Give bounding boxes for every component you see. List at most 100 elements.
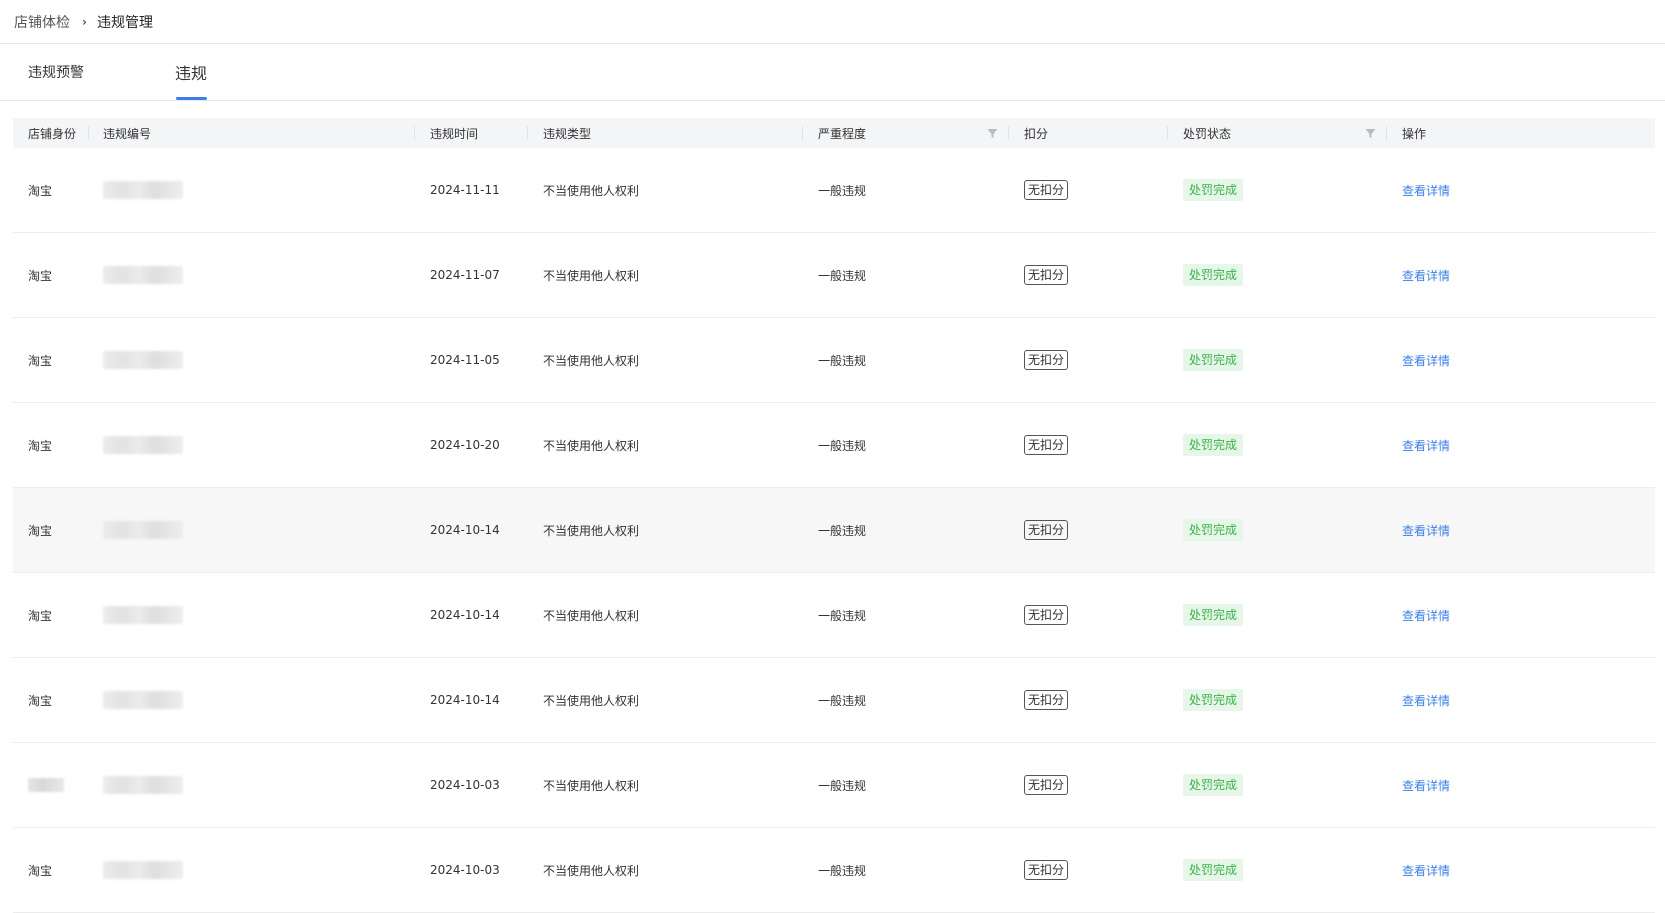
violation-type: 不当使用他人权利: [543, 183, 640, 198]
cell-type: 不当使用他人权利: [543, 658, 639, 742]
cell-violation-id: [103, 743, 183, 827]
view-details-link[interactable]: 查看详情: [1402, 437, 1450, 454]
score-tag: 无扣分: [1024, 520, 1069, 540]
score-tag: 无扣分: [1024, 690, 1069, 710]
cell-identity: 淘宝: [28, 403, 52, 487]
cell-action: 查看详情: [1402, 233, 1450, 317]
violation-type: 不当使用他人权利: [543, 268, 640, 283]
cell-severity: 一般违规: [818, 233, 866, 317]
view-details-link[interactable]: 查看详情: [1402, 182, 1450, 199]
severity-level: 一般违规: [818, 863, 867, 878]
status-filter-icon[interactable]: [1365, 118, 1376, 148]
cell-type: 不当使用他人权利: [543, 828, 639, 912]
cell-time: 2024-10-14: [430, 658, 500, 742]
active-tab-indicator: [176, 97, 207, 100]
cell-identity: [28, 743, 64, 827]
violation-time: 2024-10-14: [430, 608, 500, 622]
score-tag: 无扣分: [1024, 860, 1069, 880]
cell-score: 无扣分: [1024, 488, 1069, 572]
view-details-link[interactable]: 查看详情: [1402, 522, 1450, 539]
violation-type: 不当使用他人权利: [543, 523, 640, 538]
column-divider: [802, 126, 803, 140]
cell-type: 不当使用他人权利: [543, 233, 639, 317]
cell-violation-id: [103, 828, 183, 912]
status-badge: 处罚完成: [1183, 519, 1244, 541]
cell-type: 不当使用他人权利: [543, 403, 639, 487]
cell-type: 不当使用他人权利: [543, 573, 639, 657]
shop-identity: 淘宝: [28, 438, 53, 453]
severity-level: 一般违规: [818, 778, 867, 793]
severity-filter-icon[interactable]: [987, 118, 998, 148]
tab-violation-warning[interactable]: 违规预警: [28, 44, 84, 100]
cell-status: 处罚完成: [1183, 573, 1244, 657]
chevron-right-icon: ›: [82, 14, 87, 29]
breadcrumb-parent-link[interactable]: 店铺体检: [14, 12, 70, 32]
violation-type: 不当使用他人权利: [543, 863, 640, 878]
cell-score: 无扣分: [1024, 573, 1069, 657]
cell-violation-id: [103, 488, 183, 572]
cell-status: 处罚完成: [1183, 318, 1244, 402]
shop-identity: 淘宝: [28, 353, 53, 368]
cell-score: 无扣分: [1024, 658, 1069, 742]
tab-violation[interactable]: 违规: [175, 44, 207, 100]
cell-violation-id: [103, 573, 183, 657]
cell-time: 2024-10-14: [430, 573, 500, 657]
column-divider: [414, 126, 415, 140]
column-header-action: 操作: [1402, 126, 1427, 141]
status-badge: 处罚完成: [1183, 689, 1244, 711]
severity-level: 一般违规: [818, 183, 867, 198]
table-row: 淘宝 2024-10-14 不当使用他人权利 一般违规 无扣分 处罚完成 查看详…: [13, 658, 1655, 743]
view-details-link[interactable]: 查看详情: [1402, 267, 1450, 284]
tab-bar: 违规预警 违规: [0, 44, 1665, 101]
cell-score: 无扣分: [1024, 148, 1069, 232]
cell-type: 不当使用他人权利: [543, 488, 639, 572]
view-details-link[interactable]: 查看详情: [1402, 607, 1450, 624]
severity-level: 一般违规: [818, 693, 867, 708]
table-row: 2024-10-03 不当使用他人权利 一般违规 无扣分 处罚完成 查看详情: [13, 743, 1655, 828]
violation-time: 2024-11-07: [430, 268, 500, 282]
cell-score: 无扣分: [1024, 233, 1069, 317]
score-tag: 无扣分: [1024, 435, 1069, 455]
cell-action: 查看详情: [1402, 743, 1450, 827]
status-badge: 处罚完成: [1183, 859, 1244, 881]
view-details-link[interactable]: 查看详情: [1402, 692, 1450, 709]
column-header-type: 违规类型: [543, 126, 592, 141]
cell-action: 查看详情: [1402, 828, 1450, 912]
violation-id-redacted: [103, 776, 183, 794]
cell-action: 查看详情: [1402, 573, 1450, 657]
cell-identity: 淘宝: [28, 233, 52, 317]
table-row: 淘宝 2024-10-14 不当使用他人权利 一般违规 无扣分 处罚完成 查看详…: [13, 573, 1655, 658]
cell-status: 处罚完成: [1183, 148, 1244, 232]
cell-violation-id: [103, 658, 183, 742]
cell-action: 查看详情: [1402, 148, 1450, 232]
cell-score: 无扣分: [1024, 743, 1069, 827]
breadcrumb: 店铺体检 › 违规管理: [0, 0, 1665, 44]
cell-identity: 淘宝: [28, 573, 52, 657]
table-body: 淘宝 2024-11-11 不当使用他人权利 一般违规 无扣分 处罚完成 查看详…: [13, 148, 1655, 913]
violation-type: 不当使用他人权利: [543, 353, 640, 368]
column-divider: [1167, 126, 1168, 140]
score-tag: 无扣分: [1024, 265, 1069, 285]
column-divider: [88, 126, 89, 140]
violation-time: 2024-10-03: [430, 778, 500, 792]
table-row: 淘宝 2024-10-14 不当使用他人权利 一般违规 无扣分 处罚完成 查看详…: [13, 488, 1655, 573]
shop-identity-redacted: [28, 778, 64, 792]
cell-time: 2024-11-05: [430, 318, 500, 402]
cell-severity: 一般违规: [818, 828, 866, 912]
cell-identity: 淘宝: [28, 828, 52, 912]
severity-level: 一般违规: [818, 353, 867, 368]
cell-identity: 淘宝: [28, 318, 52, 402]
status-badge: 处罚完成: [1183, 179, 1244, 201]
view-details-link[interactable]: 查看详情: [1402, 862, 1450, 879]
score-tag: 无扣分: [1024, 605, 1069, 625]
cell-time: 2024-10-03: [430, 828, 500, 912]
column-header-id: 违规编号: [103, 126, 152, 141]
view-details-link[interactable]: 查看详情: [1402, 352, 1450, 369]
status-badge: 处罚完成: [1183, 349, 1244, 371]
shop-identity: 淘宝: [28, 863, 53, 878]
cell-severity: 一般违规: [818, 573, 866, 657]
view-details-link[interactable]: 查看详情: [1402, 777, 1450, 794]
violation-time: 2024-10-20: [430, 438, 500, 452]
cell-action: 查看详情: [1402, 403, 1450, 487]
violation-id-redacted: [103, 181, 183, 199]
